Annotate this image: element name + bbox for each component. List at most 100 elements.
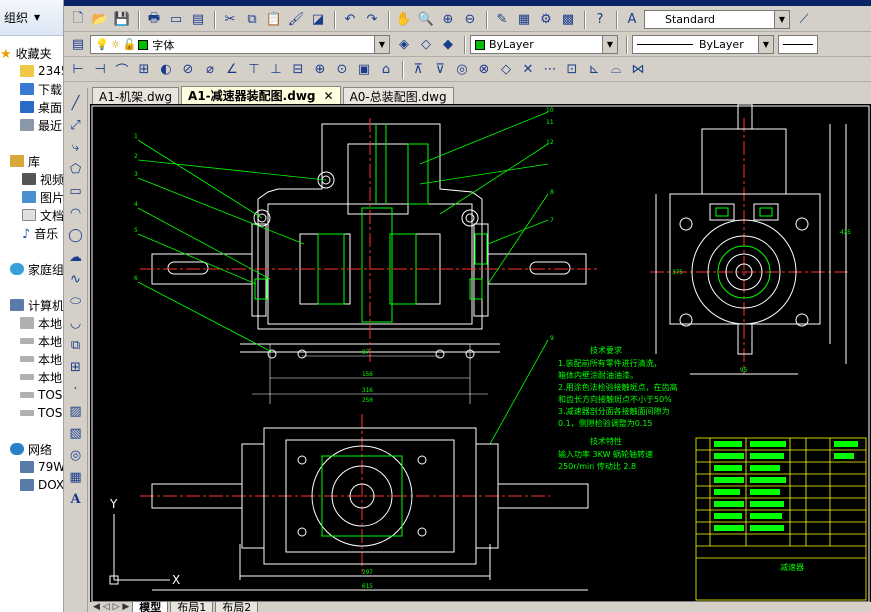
calculator-icon[interactable]: ▩	[558, 10, 578, 30]
angular-icon[interactable]: ∠	[222, 60, 242, 80]
tab-file-3[interactable]: A0-总装配图.dwg	[342, 87, 454, 104]
hatch-icon[interactable]: ▨	[66, 401, 86, 421]
tool-palettes-icon[interactable]: ⚙	[536, 10, 556, 30]
copy-icon[interactable]: ⧉	[242, 10, 262, 30]
tab-model[interactable]: 模型	[132, 602, 169, 612]
library-item-document[interactable]: 文档	[22, 206, 63, 224]
snap-quadrant-icon[interactable]: ◇	[496, 60, 516, 80]
tab-layout-2[interactable]: 布局2	[215, 602, 259, 612]
circle-icon[interactable]: ◯	[66, 225, 86, 245]
favorite-item-recent[interactable]: 最近	[20, 116, 62, 134]
radius-icon[interactable]: ◐	[156, 60, 176, 80]
save-icon[interactable]: 💾	[112, 10, 132, 30]
baseline-icon[interactable]: ⊥	[266, 60, 286, 80]
drive-item[interactable]: 本地	[20, 314, 62, 332]
dim-style-icon[interactable]: ⟋	[794, 10, 814, 30]
aligned-dim-icon[interactable]: ⊣	[90, 60, 110, 80]
cut-icon[interactable]: ✂	[220, 10, 240, 30]
layer-previous-icon[interactable]: ◈	[394, 35, 414, 55]
plot-icon[interactable]: ▤	[188, 10, 208, 30]
polygon-icon[interactable]: ⬠	[66, 159, 86, 179]
favorites-item[interactable]: ★ 收藏夹	[0, 44, 52, 63]
homegroup-item[interactable]: 家庭组	[10, 260, 63, 278]
linear-dim-icon[interactable]: ⊢	[68, 60, 88, 80]
paste-icon[interactable]: 📋	[264, 10, 284, 30]
rectangle-icon[interactable]: ▭	[66, 181, 86, 201]
jogged-icon[interactable]: ⊘	[178, 60, 198, 80]
print-icon[interactable]: 🖶	[144, 10, 164, 30]
new-icon[interactable]: 🗋	[68, 10, 88, 30]
point-icon[interactable]: ·	[66, 379, 86, 399]
center-mark-icon[interactable]: ⊙	[332, 60, 352, 80]
mtext-icon[interactable]: A	[66, 489, 86, 509]
favorite-item-2345[interactable]: 2345	[20, 62, 63, 80]
tab-nav-arrows-icon[interactable]: ◀ ◁ ▷ ▶	[90, 602, 132, 612]
library-item[interactable]: 库	[10, 152, 40, 170]
redo-icon[interactable]: ↷	[362, 10, 382, 30]
dim-edit-icon[interactable]: ⌂	[376, 60, 396, 80]
undo-icon[interactable]: ↶	[340, 10, 360, 30]
drive-item[interactable]: 本地	[20, 332, 62, 350]
snap-extension-icon[interactable]: ⋯	[540, 60, 560, 80]
region-icon[interactable]: ◎	[66, 445, 86, 465]
snap-midpoint-icon[interactable]: ⊽	[430, 60, 450, 80]
insert-block-icon[interactable]: ⧉	[66, 335, 86, 355]
inspect-icon[interactable]: ▣	[354, 60, 374, 80]
snap-intersection-icon[interactable]: ✕	[518, 60, 538, 80]
tolerance-icon[interactable]: ⊕	[310, 60, 330, 80]
drawing-canvas[interactable]: Y X 减速器 技术要求 1.装配前所有零件进行清洗， 箱体内壁涂耐油油漆。 2…	[90, 104, 871, 602]
color-combo[interactable]: ByLayer ▼	[470, 35, 618, 54]
snap-tangent-icon[interactable]: ⌓	[606, 60, 626, 80]
arc-length-icon[interactable]: ⌒	[112, 60, 132, 80]
ellipse-arc-icon[interactable]: ◡	[66, 313, 86, 333]
drive-item[interactable]: TOSH	[20, 386, 63, 404]
drive-item[interactable]: 本地	[20, 350, 62, 368]
favorite-item-desktop[interactable]: 桌面	[20, 98, 62, 116]
properties-icon[interactable]: ✎	[492, 10, 512, 30]
snap-insert-icon[interactable]: ⊡	[562, 60, 582, 80]
snap-endpoint-icon[interactable]: ⊼	[408, 60, 428, 80]
spline-icon[interactable]: ∿	[66, 269, 86, 289]
arc-icon[interactable]: ◠	[66, 203, 86, 223]
library-item-picture[interactable]: 图片	[22, 188, 63, 206]
zoom-window-icon[interactable]: ⊕	[438, 10, 458, 30]
network-item[interactable]: 网络	[10, 440, 52, 458]
make-block-icon[interactable]: ⊞	[66, 357, 86, 377]
design-center-icon[interactable]: ▦	[514, 10, 534, 30]
ordinate-icon[interactable]: ⊞	[134, 60, 154, 80]
snap-center-icon[interactable]: ◎	[452, 60, 472, 80]
zoom-previous-icon[interactable]: ⊖	[460, 10, 480, 30]
favorite-item-download[interactable]: 下载	[20, 80, 62, 98]
snap-perpendicular-icon[interactable]: ⊾	[584, 60, 604, 80]
block-editor-icon[interactable]: ◪	[308, 10, 328, 30]
continue-icon[interactable]: ⊟	[288, 60, 308, 80]
snap-nearest-icon[interactable]: ⋈	[628, 60, 648, 80]
tab-layout-1[interactable]: 布局1	[170, 602, 214, 612]
diameter-icon[interactable]: ⌀	[200, 60, 220, 80]
tab-file-1[interactable]: A1-机架.dwg	[92, 87, 180, 104]
preview-icon[interactable]: ▭	[166, 10, 186, 30]
table-icon[interactable]: ▦	[66, 467, 86, 487]
layer-isolate-icon[interactable]: ◆	[438, 35, 458, 55]
linetype-combo[interactable]: ByLayer ▼	[632, 35, 774, 54]
layer-combo[interactable]: 💡 ☼ 🔓 字体 ▼	[90, 35, 390, 54]
text-style-combo[interactable]: Standard ▼	[644, 10, 790, 29]
quick-dim-icon[interactable]: ⊤	[244, 60, 264, 80]
text-style-icon[interactable]: A	[622, 10, 642, 30]
zoom-realtime-icon[interactable]: 🔍	[416, 10, 436, 30]
polyline-icon[interactable]: ⤷	[66, 137, 86, 157]
tab-file-2[interactable]: A1-减速器装配图.dwg ✕	[181, 86, 341, 104]
close-icon[interactable]: ✕	[324, 89, 334, 103]
pan-icon[interactable]: ✋	[394, 10, 414, 30]
help-icon[interactable]: ?	[590, 10, 610, 30]
network-computer-item[interactable]: 79W	[20, 458, 63, 476]
computer-item[interactable]: 计算机	[10, 296, 63, 314]
snap-node-icon[interactable]: ⊗	[474, 60, 494, 80]
lineweight-combo[interactable]	[778, 35, 818, 54]
drive-item[interactable]: TOSH	[20, 404, 63, 422]
construction-line-icon[interactable]: ⤢	[66, 115, 86, 135]
line-icon[interactable]: ╱	[66, 93, 86, 113]
layer-state-icon[interactable]: ◇	[416, 35, 436, 55]
revision-cloud-icon[interactable]: ☁	[66, 247, 86, 267]
match-properties-icon[interactable]: 🖌	[286, 10, 306, 30]
